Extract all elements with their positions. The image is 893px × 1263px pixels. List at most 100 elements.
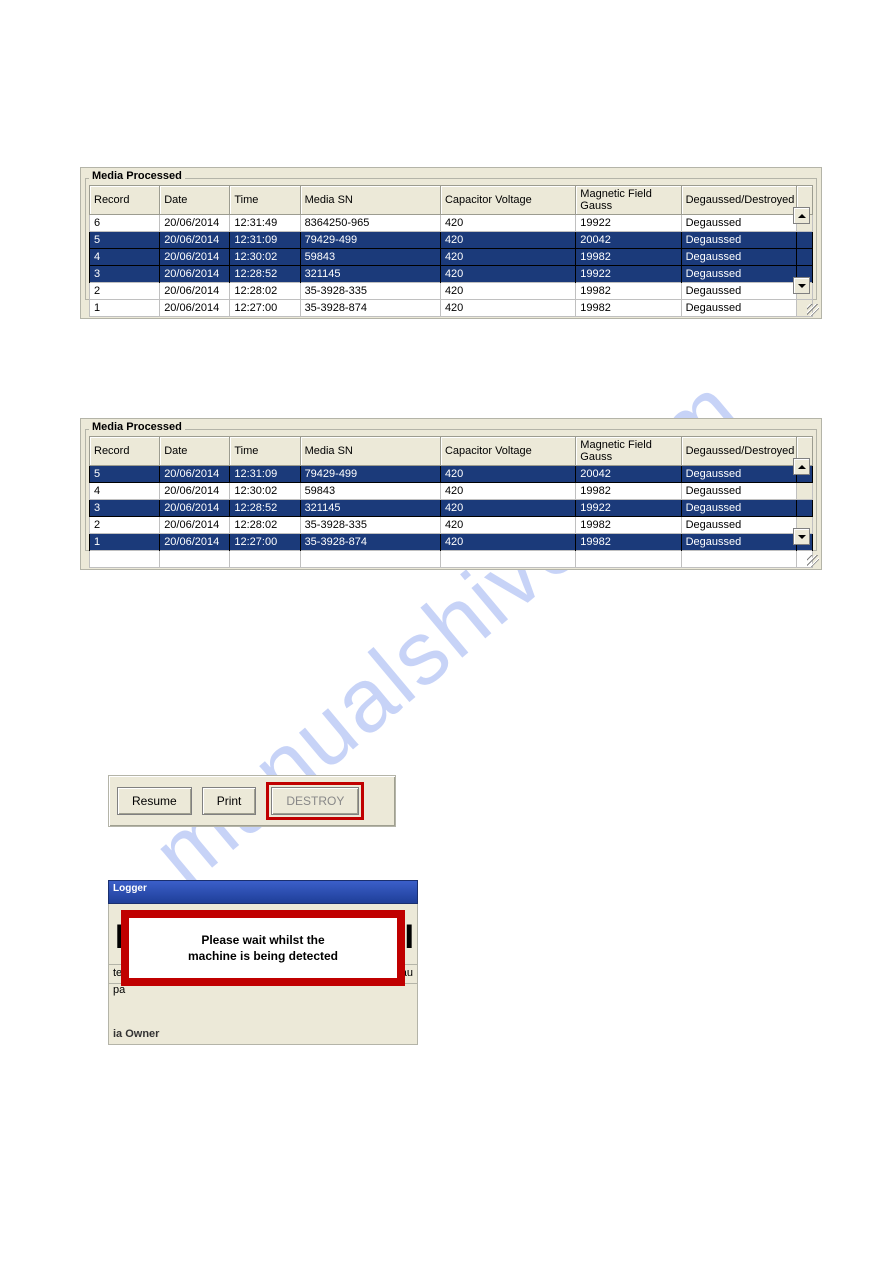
print-button[interactable]: Print xyxy=(202,787,257,815)
table-row[interactable]: 120/06/201412:27:0035-3928-87442019982De… xyxy=(90,300,813,317)
cell-scroll-gutter xyxy=(796,232,812,249)
cell-date: 20/06/2014 xyxy=(160,215,230,232)
cell-capacitor_voltage: 420 xyxy=(440,500,575,517)
cell-capacitor_voltage: 420 xyxy=(440,517,575,534)
table-row[interactable]: 420/06/201412:30:025984342019982Degausse… xyxy=(90,483,813,500)
table-row-blank xyxy=(90,551,813,568)
cell-record: 3 xyxy=(90,266,160,283)
background-owner-label: ia Owner xyxy=(113,1028,159,1040)
cell-media_sn: 79429-499 xyxy=(300,232,440,249)
column-header-date[interactable]: Date xyxy=(160,186,230,215)
column-header-media_sn[interactable]: Media SN xyxy=(300,437,440,466)
cell-record: 1 xyxy=(90,534,160,551)
scroll-up-button[interactable] xyxy=(793,207,810,224)
cell-scroll-gutter xyxy=(796,249,812,266)
column-header-magnetic_field_gauss[interactable]: Magnetic Field Gauss xyxy=(576,186,681,215)
media-processed-groupbox-top: Media Processed RecordDateTimeMedia SNCa… xyxy=(85,178,817,300)
cell-record: 4 xyxy=(90,249,160,266)
cell-record: 2 xyxy=(90,517,160,534)
cell-capacitor_voltage: 420 xyxy=(440,466,575,483)
cell-time: 12:31:09 xyxy=(230,232,300,249)
cell-magnetic_field_gauss: 19922 xyxy=(576,215,681,232)
cell-media_sn: 79429-499 xyxy=(300,466,440,483)
resize-grip-icon[interactable] xyxy=(807,555,819,567)
table-row[interactable]: 220/06/201412:28:0235-3928-33542019982De… xyxy=(90,283,813,300)
cell-capacitor_voltage: 420 xyxy=(440,534,575,551)
destroy-highlight-frame: DESTROY xyxy=(266,782,364,820)
scroll-up-button[interactable] xyxy=(793,458,810,475)
action-button-bar: Resume Print DESTROY xyxy=(108,775,396,827)
cell-capacitor_voltage: 420 xyxy=(440,483,575,500)
cell-magnetic_field_gauss: 19982 xyxy=(576,483,681,500)
cell-magnetic_field_gauss: 20042 xyxy=(576,232,681,249)
cell-media_sn: 321145 xyxy=(300,500,440,517)
cell-date: 20/06/2014 xyxy=(160,283,230,300)
cell-degaussed_destroyed: Degaussed xyxy=(681,249,796,266)
cell-magnetic_field_gauss: 20042 xyxy=(576,466,681,483)
cell-date: 20/06/2014 xyxy=(160,517,230,534)
cell-media_sn: 59843 xyxy=(300,249,440,266)
cell-time: 12:31:49 xyxy=(230,215,300,232)
media-processed-table-top[interactable]: RecordDateTimeMedia SNCapacitor VoltageM… xyxy=(89,185,813,317)
cell-degaussed_destroyed: Degaussed xyxy=(681,500,796,517)
scroll-down-button[interactable] xyxy=(793,277,810,294)
column-header-media_sn[interactable]: Media SN xyxy=(300,186,440,215)
cell-degaussed_destroyed: Degaussed xyxy=(681,266,796,283)
column-header-degaussed_destroyed[interactable]: Degaussed/Destroyed xyxy=(681,437,796,466)
table-row[interactable]: 520/06/201412:31:0979429-49942020042Dega… xyxy=(90,466,813,483)
please-wait-line1: Please wait whilst the xyxy=(201,933,324,947)
cell-record: 3 xyxy=(90,500,160,517)
column-header-record[interactable]: Record xyxy=(90,437,160,466)
cell-date: 20/06/2014 xyxy=(160,266,230,283)
scroll-down-button[interactable] xyxy=(793,528,810,545)
cell-date: 20/06/2014 xyxy=(160,500,230,517)
cell-media_sn: 35-3928-335 xyxy=(300,283,440,300)
cell-date: 20/06/2014 xyxy=(160,249,230,266)
cell-media_sn: 59843 xyxy=(300,483,440,500)
cell-media_sn: 321145 xyxy=(300,266,440,283)
cell-media_sn: 35-3928-874 xyxy=(300,534,440,551)
resize-grip-icon[interactable] xyxy=(807,304,819,316)
window-title-text: Logger xyxy=(113,883,147,894)
column-header-capacitor_voltage[interactable]: Capacitor Voltage xyxy=(440,437,575,466)
cell-magnetic_field_gauss: 19982 xyxy=(576,534,681,551)
cell-degaussed_destroyed: Degaussed xyxy=(681,283,796,300)
cell-time: 12:27:00 xyxy=(230,534,300,551)
column-header-date[interactable]: Date xyxy=(160,437,230,466)
column-header-record[interactable]: Record xyxy=(90,186,160,215)
media-processed-groupbox-bottom: Media Processed RecordDateTimeMedia SNCa… xyxy=(85,429,817,551)
table-row[interactable]: 420/06/201412:30:025984342019982Degausse… xyxy=(90,249,813,266)
table-row[interactable]: 320/06/201412:28:5232114542019922Degauss… xyxy=(90,266,813,283)
column-header-time[interactable]: Time xyxy=(230,186,300,215)
cell-capacitor_voltage: 420 xyxy=(440,300,575,317)
cell-degaussed_destroyed: Degaussed xyxy=(681,534,796,551)
cell-date: 20/06/2014 xyxy=(160,466,230,483)
cell-degaussed_destroyed: Degaussed xyxy=(681,517,796,534)
column-header-degaussed_destroyed[interactable]: Degaussed/Destroyed xyxy=(681,186,796,215)
table-row[interactable]: 520/06/201412:31:0979429-49942020042Dega… xyxy=(90,232,813,249)
table-row[interactable]: 320/06/201412:28:5232114542019922Degauss… xyxy=(90,500,813,517)
cell-time: 12:31:09 xyxy=(230,466,300,483)
cell-degaussed_destroyed: Degaussed xyxy=(681,300,796,317)
groupbox-title: Media Processed xyxy=(89,170,185,182)
window-titlebar[interactable]: Logger xyxy=(108,880,418,904)
destroy-button[interactable]: DESTROY xyxy=(271,787,359,815)
column-header-capacitor_voltage[interactable]: Capacitor Voltage xyxy=(440,186,575,215)
cell-capacitor_voltage: 420 xyxy=(440,283,575,300)
table-row[interactable]: 620/06/201412:31:498364250-96542019922De… xyxy=(90,215,813,232)
please-wait-line2: machine is being detected xyxy=(188,949,338,963)
cell-magnetic_field_gauss: 19922 xyxy=(576,500,681,517)
table-row[interactable]: 220/06/201412:28:0235-3928-33542019982De… xyxy=(90,517,813,534)
column-header-magnetic_field_gauss[interactable]: Magnetic Field Gauss xyxy=(576,437,681,466)
cell-capacitor_voltage: 420 xyxy=(440,266,575,283)
cell-media_sn: 35-3928-335 xyxy=(300,517,440,534)
cell-record: 5 xyxy=(90,232,160,249)
please-wait-dialog: Please wait whilst the machine is being … xyxy=(121,910,405,986)
media-processed-panel-bottom: Media Processed RecordDateTimeMedia SNCa… xyxy=(80,418,822,570)
cell-scroll-gutter xyxy=(796,483,812,500)
column-header-time[interactable]: Time xyxy=(230,437,300,466)
resume-button[interactable]: Resume xyxy=(117,787,192,815)
cell-capacitor_voltage: 420 xyxy=(440,249,575,266)
media-processed-table-bottom[interactable]: RecordDateTimeMedia SNCapacitor VoltageM… xyxy=(89,436,813,568)
table-row[interactable]: 120/06/201412:27:0035-3928-87442019982De… xyxy=(90,534,813,551)
